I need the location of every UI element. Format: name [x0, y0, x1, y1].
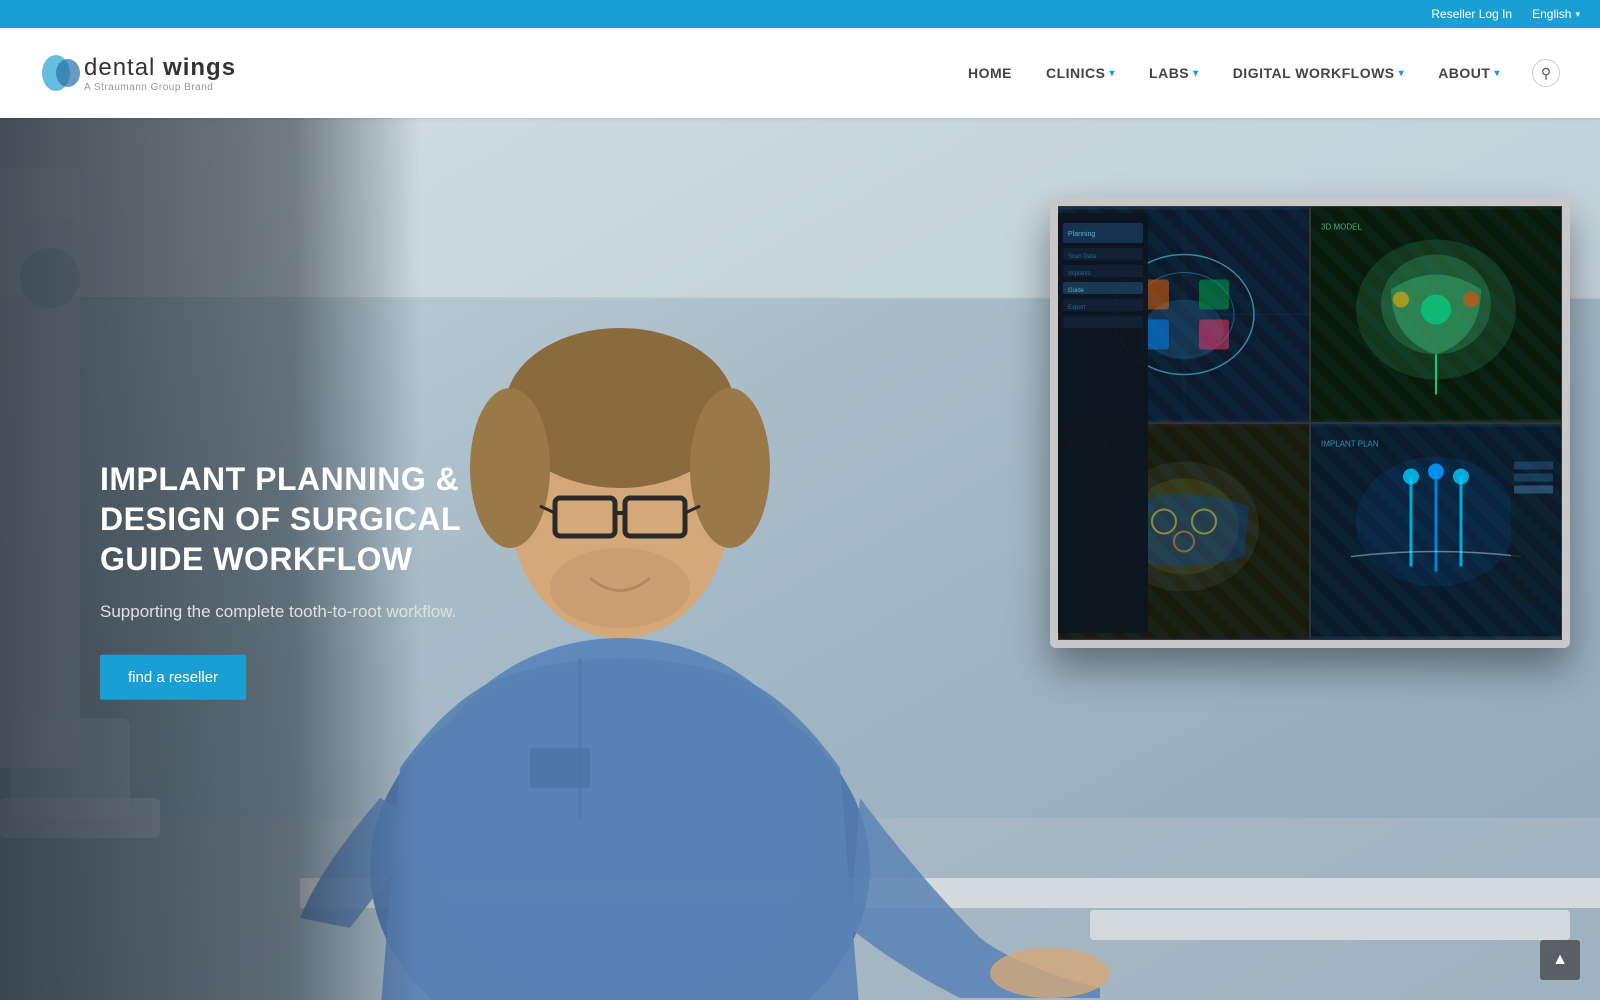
scroll-top-icon: ▲ — [1552, 951, 1568, 969]
svg-text:Guide: Guide — [1068, 288, 1085, 294]
screen-sidebar: Planning Scan Data Implants Guide Export — [1058, 206, 1148, 640]
main-navigation: dental wings A Straumann Group Brand HOM… — [0, 28, 1600, 118]
language-selector[interactable]: English ▾ — [1532, 7, 1580, 21]
clinics-chevron-icon: ▾ — [1110, 68, 1116, 79]
nav-home[interactable]: HOME — [956, 57, 1024, 89]
hero-headline: IMPLANT PLANNING & DESIGN OF SURGICAL GU… — [100, 459, 500, 579]
search-button[interactable]: ⚲ — [1532, 59, 1560, 87]
hero-section: CBCT SCAN L: -240 W: 1200 — [0, 118, 1600, 1000]
nav-labs[interactable]: LABS ▾ — [1137, 57, 1211, 89]
screen-panel-4: IMPLANT PLAN — [1310, 423, 1562, 640]
svg-text:Export: Export — [1068, 305, 1086, 311]
logo-text: dental wings A Straumann Group Brand — [84, 54, 236, 93]
screen-panel-2: 3D MODEL — [1310, 206, 1562, 423]
nav-about[interactable]: ABOUT ▾ — [1426, 57, 1512, 89]
top-bar: Reseller Log In English ▾ — [0, 0, 1600, 28]
search-icon: ⚲ — [1541, 65, 1551, 82]
hero-computer-screen: CBCT SCAN L: -240 W: 1200 — [1050, 198, 1570, 648]
about-chevron-icon: ▾ — [1494, 68, 1500, 79]
nav-links: HOME CLINICS ▾ LABS ▾ DIGITAL WORKFLOWS … — [956, 57, 1560, 89]
logo-area[interactable]: dental wings A Straumann Group Brand — [40, 51, 236, 95]
svg-text:Implants: Implants — [1068, 271, 1091, 277]
nav-digital-workflows[interactable]: DIGITAL WORKFLOWS ▾ — [1221, 57, 1417, 89]
hero-subtext: Supporting the complete tooth-to-root wo… — [100, 599, 500, 625]
language-label: English — [1532, 7, 1571, 21]
reseller-login-link[interactable]: Reseller Log In — [1431, 7, 1512, 21]
nav-clinics[interactable]: CLINICS ▾ — [1034, 57, 1127, 89]
digital-workflows-chevron-icon: ▾ — [1399, 68, 1405, 79]
logo-sub-brand: A Straumann Group Brand — [84, 82, 236, 93]
labs-chevron-icon: ▾ — [1193, 68, 1199, 79]
svg-text:Planning: Planning — [1068, 231, 1095, 238]
find-reseller-button[interactable]: find a reseller — [100, 654, 246, 699]
language-chevron-icon: ▾ — [1575, 9, 1580, 20]
logo-icon — [40, 51, 84, 95]
scroll-to-top-button[interactable]: ▲ — [1540, 940, 1580, 980]
keyboard — [1090, 910, 1570, 940]
svg-text:Scan Data: Scan Data — [1068, 254, 1097, 260]
hero-content: IMPLANT PLANNING & DESIGN OF SURGICAL GU… — [100, 459, 500, 700]
